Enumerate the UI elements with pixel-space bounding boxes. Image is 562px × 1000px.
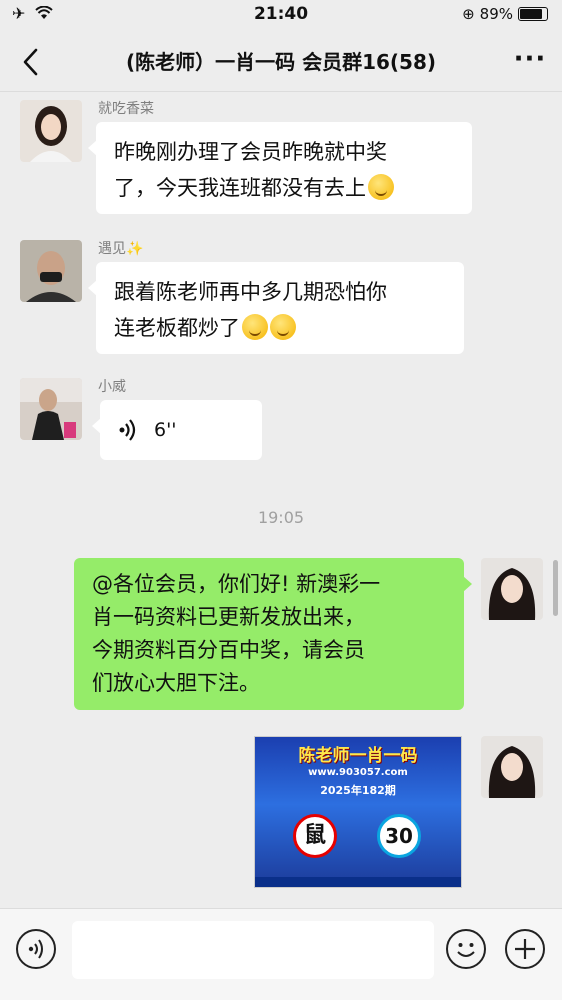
message-text-line: 肖一码资料已更新发放出来，	[92, 605, 365, 629]
battery-percentage: 89%	[479, 5, 513, 23]
message-text-line: 了，今天我连班都没有去上	[114, 170, 454, 206]
message-text-line: 昨晚刚办理了会员昨晚就中奖	[114, 140, 387, 164]
thinking-emoji-icon	[242, 314, 268, 340]
emoji-icon	[457, 943, 475, 957]
avatar[interactable]	[20, 240, 82, 302]
sender-name: 小威	[98, 379, 126, 395]
voice-duration: 6''	[154, 419, 177, 441]
orientation-lock-icon: ⊕	[462, 5, 475, 23]
voice-wave-icon	[119, 419, 136, 441]
message-bubble[interactable]: 昨晚刚办理了会员昨晚就中奖 了，今天我连班都没有去上	[88, 122, 472, 214]
my-message-bubble[interactable]: @各位会员，你们好! 新澳彩一 肖一码资料已更新发放出来， 今期资料百分百中奖，…	[74, 558, 472, 710]
back-button[interactable]	[12, 42, 52, 82]
voice-icon	[28, 939, 43, 959]
message-bubble[interactable]: 跟着陈老师再中多几期恐怕你 连老板都炒了	[88, 262, 464, 354]
plus-icon	[515, 939, 535, 959]
status-bar: ✈ 21:40 ⊕ 89%	[0, 0, 562, 30]
avatar[interactable]	[20, 100, 82, 162]
my-avatar[interactable]	[481, 736, 543, 798]
image-number: 30	[377, 814, 421, 858]
plus-button[interactable]	[505, 929, 545, 969]
image-url: www.903057.com	[308, 767, 408, 778]
image-period: 2025年182期	[320, 784, 396, 797]
thinking-emoji-icon	[270, 314, 296, 340]
avatar[interactable]	[20, 378, 82, 440]
status-icons-right: ⊕ 89%	[462, 5, 548, 23]
chat-title: (陈老师）一肖一码 会员群16(58)	[125, 50, 437, 74]
chat-messages[interactable]: 就吃香菜 昨晚刚办理了会员昨晚就中奖 了，今天我连班都没有去上 遇见✨ 跟着陈老…	[0, 92, 562, 908]
message-text-line: 今期资料百分百中奖，请会员	[92, 638, 365, 662]
more-options-button[interactable]: ···	[510, 44, 550, 78]
voice-message-bubble[interactable]: 6''	[92, 400, 262, 460]
message-text-line: @各位会员，你们好! 新澳彩一	[92, 572, 381, 596]
image-title: 陈老师一肖一码	[298, 746, 418, 766]
image-zodiac: 鼠	[293, 814, 337, 858]
voice-input-button[interactable]	[16, 929, 56, 969]
sender-name: 就吃香菜	[98, 101, 154, 117]
scrollbar[interactable]	[553, 560, 558, 616]
lottery-image-message[interactable]: 陈老师一肖一码 www.903057.com 2025年182期 鼠 30	[254, 736, 462, 888]
message-input[interactable]	[72, 921, 434, 979]
laughing-tears-emoji-icon	[368, 174, 394, 200]
time-divider: 19:05	[257, 508, 305, 527]
image-footer	[255, 877, 461, 887]
message-text-line: 连老板都炒了	[114, 310, 446, 346]
chevron-left-icon	[23, 48, 38, 76]
chat-header: (陈老师）一肖一码 会员群16(58) ···	[0, 30, 562, 92]
message-text-line: 们放心大胆下注。	[92, 671, 260, 695]
input-bar	[0, 908, 562, 1000]
message-text-line: 跟着陈老师再中多几期恐怕你	[114, 280, 387, 304]
battery-icon	[518, 7, 548, 21]
sender-name: 遇见✨	[98, 241, 144, 257]
emoji-button[interactable]	[446, 929, 486, 969]
my-avatar[interactable]	[481, 558, 543, 620]
